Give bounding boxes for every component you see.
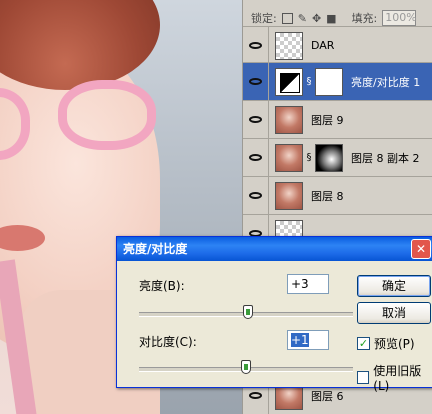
layer-name: 亮度/对比度 1 bbox=[351, 75, 421, 89]
layer-mask-thumbnail bbox=[315, 143, 343, 172]
photo-glasses-right bbox=[58, 80, 156, 150]
layer-name: 图层 6 bbox=[311, 389, 344, 403]
eye-icon[interactable] bbox=[243, 139, 269, 176]
layer-thumbnail bbox=[275, 181, 303, 210]
dialog-titlebar[interactable]: 亮度/对比度 ✕ bbox=[117, 237, 432, 261]
layer-name: 图层 9 bbox=[311, 113, 344, 127]
ok-button[interactable]: 确定 bbox=[357, 275, 431, 297]
lock-label: 锁定: bbox=[251, 12, 277, 25]
layer-row-dar[interactable]: DAR bbox=[243, 26, 432, 64]
eye-icon[interactable] bbox=[243, 101, 269, 138]
fill-label: 填充: bbox=[351, 12, 378, 25]
layer-thumbnail bbox=[275, 143, 303, 172]
layer-thumbnail bbox=[275, 105, 303, 134]
eye-icon[interactable] bbox=[243, 63, 269, 100]
layer-row-brightness-contrast[interactable]: § 亮度/对比度 1 bbox=[243, 62, 432, 100]
legacy-label: 使用旧版(L) bbox=[373, 364, 422, 393]
chain-link-icon[interactable]: § bbox=[305, 152, 313, 163]
cancel-button[interactable]: 取消 bbox=[357, 302, 431, 324]
layer-mask-thumbnail bbox=[315, 67, 343, 96]
adjustment-layer-icon bbox=[275, 67, 303, 96]
contrast-input-value: +1 bbox=[291, 333, 309, 347]
contrast-slider-thumb[interactable] bbox=[241, 360, 251, 374]
lock-transparency-icon[interactable] bbox=[281, 12, 293, 24]
dialog-title: 亮度/对比度 bbox=[123, 242, 188, 256]
layer-thumbnail bbox=[275, 31, 303, 60]
brightness-input[interactable]: +3 bbox=[287, 274, 329, 294]
eye-icon[interactable] bbox=[243, 177, 269, 214]
lock-move-icon[interactable]: ✥ bbox=[312, 12, 321, 25]
lock-all-icon[interactable]: ■ bbox=[326, 12, 336, 25]
layer-name: 图层 8 bbox=[311, 189, 344, 203]
layer-row-8-copy-2[interactable]: § 图层 8 副本 2 bbox=[243, 138, 432, 176]
preview-label: 预览(P) bbox=[374, 337, 415, 351]
brightness-contrast-dialog: 亮度/对比度 ✕ 亮度(B): +3 对比度(C): +1 确定 取消 ✓ 预览… bbox=[116, 236, 432, 393]
close-icon[interactable]: ✕ bbox=[411, 239, 431, 259]
chain-link-icon[interactable]: § bbox=[305, 76, 313, 87]
brightness-label: 亮度(B): bbox=[139, 279, 185, 293]
layer-row-8[interactable]: 图层 8 bbox=[243, 176, 432, 214]
contrast-input[interactable]: +1 bbox=[287, 330, 329, 350]
lock-brush-icon[interactable]: ✎ bbox=[298, 12, 307, 25]
contrast-label: 对比度(C): bbox=[139, 335, 197, 349]
preview-check-box[interactable]: ✓ bbox=[357, 337, 370, 350]
layer-name: 图层 8 副本 2 bbox=[351, 151, 420, 165]
preview-checkbox[interactable]: ✓ 预览(P) bbox=[357, 335, 415, 352]
brightness-slider-thumb[interactable] bbox=[243, 305, 254, 319]
legacy-checkbox[interactable]: 使用旧版(L) bbox=[357, 362, 432, 393]
eye-icon[interactable] bbox=[243, 27, 269, 64]
layer-row-9[interactable]: 图层 9 bbox=[243, 100, 432, 138]
fill-input[interactable]: 100% bbox=[382, 10, 417, 26]
layer-name: DAR bbox=[311, 39, 335, 52]
legacy-check-box[interactable] bbox=[357, 371, 370, 384]
